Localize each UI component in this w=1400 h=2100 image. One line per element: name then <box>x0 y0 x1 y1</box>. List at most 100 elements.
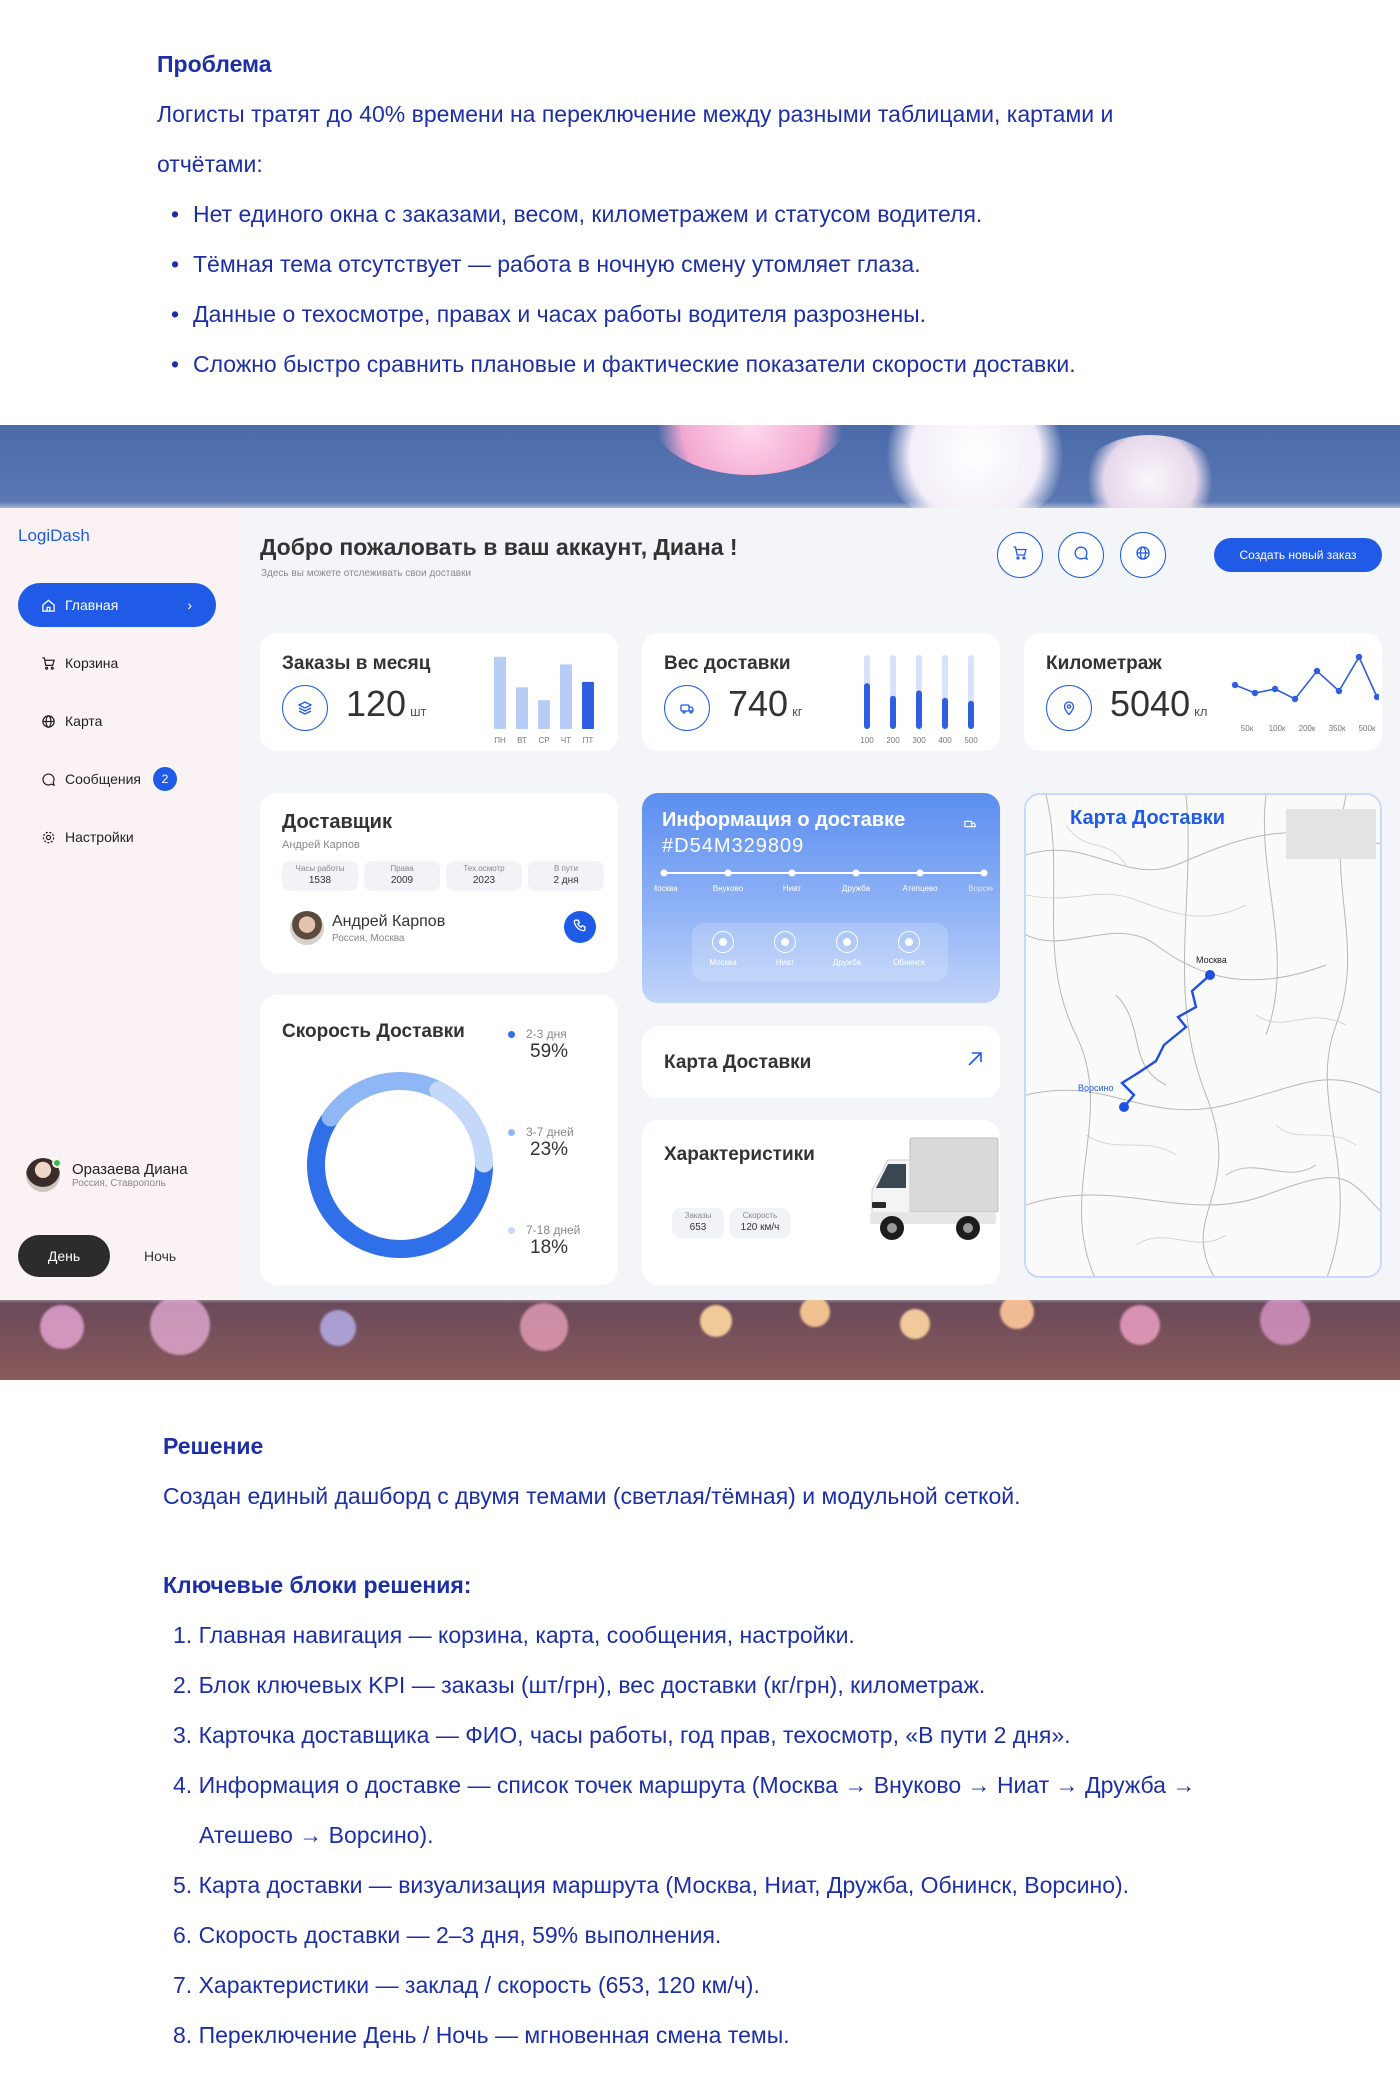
language-button[interactable] <box>1120 532 1166 578</box>
speed-legend-value: 18% <box>530 1237 569 1258</box>
mileage-point <box>1313 667 1321 675</box>
stop-item[interactable]: Обнинск <box>886 931 932 967</box>
route-stop-dot <box>788 869 796 877</box>
map-link-card[interactable]: Карта Доставки <box>642 1026 1000 1098</box>
avatar <box>26 1158 62 1192</box>
problem-bullet: Тёмная тема отсутствует — работа в ночну… <box>171 239 1257 289</box>
theme-night-button[interactable]: Ночь <box>144 1248 176 1264</box>
stop-item[interactable]: Москва <box>700 931 746 967</box>
problem-bullet: Сложно быстро сравнить плановые и фактич… <box>171 339 1257 389</box>
route-stop-label: Дружба <box>842 884 871 893</box>
route-stop-dot <box>980 869 988 877</box>
online-status-dot <box>52 1158 62 1168</box>
stop-label: Москва <box>709 958 737 967</box>
stop-item[interactable]: Дружба <box>824 931 870 967</box>
sidebar-item-cart[interactable]: Корзина <box>18 641 216 685</box>
weight-bar-label: 200 <box>886 736 900 745</box>
sidebar: LogiDash Главная › Корзина Карта Сообщен… <box>0 508 238 1300</box>
orders-bar <box>516 687 528 729</box>
delivery-code: #D54M329809 <box>662 835 805 857</box>
globe-icon <box>1135 545 1151 566</box>
problem-paragraph-line-2: отчётами: <box>157 151 263 177</box>
route-stop-dot <box>916 869 924 877</box>
sidebar-item-settings[interactable]: Настройки <box>18 815 216 859</box>
weight-bar <box>864 683 870 729</box>
solution-item: 7. Характеристики — заклад / скорость (6… <box>173 1972 760 1998</box>
sidebar-item-label: Главная <box>65 597 119 613</box>
specs-card[interactable]: Характеристики Заказы 653 Скорость 120 км/ч <box>642 1120 1000 1285</box>
bokeh-light <box>700 1305 732 1337</box>
delivery-info-card[interactable]: Информация о доставке #D54M329809 Москва… <box>642 793 1000 1003</box>
orders-bar-label: ПТ <box>583 736 594 745</box>
courier-subtitle: Андрей Карпов <box>282 839 360 851</box>
create-order-button[interactable]: Создать новый заказ <box>1214 538 1382 572</box>
kpi-orders-card[interactable]: Заказы в месяц 120 шт ПН ВТ СР ЧТ ПТ <box>260 633 618 751</box>
orders-bar <box>494 656 506 729</box>
sidebar-item-messages[interactable]: Сообщения 2 <box>18 757 216 801</box>
problem-title: Проблема <box>157 51 272 77</box>
stop-label: Обнинск <box>893 958 925 967</box>
delivery-speed-card[interactable]: Скорость Доставки 2-3 дня 59% 3-7 дней 23% 7… <box>260 995 618 1285</box>
orders-bar-label: СР <box>538 736 549 745</box>
sidebar-item-home[interactable]: Главная › <box>18 583 216 627</box>
courier-card[interactable]: Доставщик Андрей Карпов Часы работы 1538 П… <box>260 793 618 973</box>
orders-bar <box>538 700 550 729</box>
map-label-vorsino: Ворсино <box>1078 1083 1114 1093</box>
orders-bar-label: ЧТ <box>561 736 571 745</box>
legend-dot <box>508 1227 515 1234</box>
kpi-mileage-card[interactable]: Километраж 5040 кл 50к 100к 200к 350к 500к <box>1024 633 1382 751</box>
kpi-mileage-label: Километраж <box>1046 653 1162 674</box>
messages-button[interactable] <box>1058 532 1104 578</box>
problem-section: Проблема Логисты тратят до 40% времени н… <box>157 48 1257 389</box>
stop-marker-icon <box>898 931 920 953</box>
problem-bullets: Нет единого окна с заказами, весом, кило… <box>171 189 1257 389</box>
orders-bar <box>560 664 572 729</box>
call-button[interactable] <box>564 911 596 943</box>
weight-bar <box>942 697 948 729</box>
orders-bar <box>582 681 594 729</box>
solution-item: 6. Скорость доставки — 2–3 дня, 59% выпо… <box>173 1922 722 1948</box>
courier-stats: Часы работы 1538 Права 2009 Тех.осмотр 2023 В … <box>282 861 610 891</box>
theme-switch: День Ночь <box>18 1235 176 1277</box>
globe-icon <box>40 713 56 729</box>
sidebar-item-label: Сообщения <box>65 771 141 787</box>
route-stop-dot <box>724 869 732 877</box>
gear-icon <box>40 829 56 845</box>
orders-bar-label: ВТ <box>517 736 527 745</box>
solution-title: Решение <box>163 1433 264 1459</box>
speed-donut-segment <box>321 1072 444 1127</box>
speed-legend-label: 7-18 дней <box>526 1223 581 1237</box>
delivery-van-image <box>870 1137 999 1240</box>
solution-blocks-title: Ключевые блоки решения: <box>163 1572 472 1598</box>
stop-marker-icon <box>712 931 734 953</box>
kpi-weight-card[interactable]: Вес доставки 740 кг 100 200 300 400 500 <box>642 633 1000 751</box>
mileage-point <box>1251 689 1259 697</box>
mileage-tick-label: 50к <box>1241 724 1254 733</box>
speed-legend-value: 59% <box>530 1041 569 1062</box>
sidebar-item-map[interactable]: Карта <box>18 699 216 743</box>
user-profile[interactable]: Оразаева Диана Россия, Ставрополь <box>26 1158 188 1192</box>
map-card[interactable]: Карта Доставки Москва Ворсино <box>1024 793 1382 1278</box>
map-label-moscow: Москва <box>1196 955 1227 965</box>
mileage-line-chart: 50к 100к 200к 350к 500к <box>1231 653 1379 733</box>
specs-stats: Заказы 653 Скорость 120 км/ч <box>672 1208 796 1238</box>
cart-button[interactable] <box>997 532 1043 578</box>
weight-bar <box>968 700 974 729</box>
route-stop-label: Внуково <box>713 884 744 893</box>
speed-donut-segment <box>307 1112 493 1258</box>
speed-legend-value: 23% <box>530 1139 569 1160</box>
arrow-up-right-icon <box>964 1048 986 1075</box>
mileage-tick-label: 200к <box>1299 724 1316 733</box>
solution-section: Решение Создан единый дашборд с двумя те… <box>163 1430 1313 2060</box>
solution-paragraph: Создан единый дашборд с двумя темами (св… <box>163 1483 1021 1509</box>
mileage-tick-label: 100к <box>1269 724 1286 733</box>
dashboard-app: LogiDash Главная › Корзина Карта Сообщен… <box>0 508 1400 1300</box>
stop-item[interactable]: Ниат <box>762 931 808 967</box>
phone-icon <box>573 918 587 937</box>
problem-paragraph-line-1: Логисты тратят до 40% времени на переклю… <box>157 101 1114 127</box>
theme-day-button[interactable]: День <box>18 1235 110 1277</box>
route-stop-dot <box>660 869 668 877</box>
brand-logo[interactable]: LogiDash <box>18 526 90 546</box>
truck-icon <box>963 817 977 836</box>
bokeh-light <box>320 1310 356 1346</box>
